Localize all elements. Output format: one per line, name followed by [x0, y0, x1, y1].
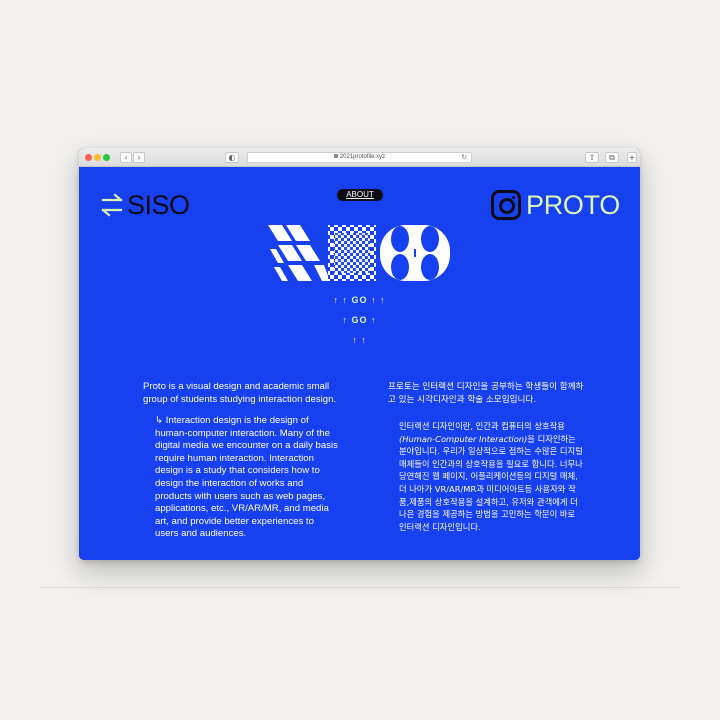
zoom-window-button[interactable]: [103, 154, 110, 161]
go-link-row-3[interactable]: ↑ ↑: [79, 335, 640, 345]
go-label: GO: [351, 315, 368, 325]
english-intro: Proto is a visual design and academic sm…: [143, 381, 337, 405]
browser-toolbar: ‹ › ◐ 2021protofile.xyz ↻ ⇧ ⧉ +: [79, 148, 640, 167]
korean-body-part-2: 을 디자인하는 분야입니다. 우리가 일상적으로 접하는 수많은 디지털 매체들…: [399, 433, 583, 532]
address-bar[interactable]: 2021protofile.xyz ↻: [247, 152, 472, 163]
frame-divider: [40, 587, 680, 588]
korean-body: 인터랙션 디자인이란, 인간과 컴퓨터의 상호작용 (Human-Computer…: [399, 420, 584, 533]
share-icon[interactable]: ⇧: [585, 152, 599, 163]
tabs-overview-icon[interactable]: ⧉: [605, 152, 619, 163]
go-link-row-2[interactable]: ↑ GO ↑: [79, 315, 640, 325]
arrow-up-icon: ↑ ↑: [367, 295, 386, 305]
close-window-button[interactable]: [85, 154, 92, 161]
siso-logo[interactable]: SISO: [99, 190, 190, 220]
browser-window: ‹ › ◐ 2021protofile.xyz ↻ ⇧ ⧉ + SISO ABO…: [79, 148, 640, 560]
minimize-window-button[interactable]: [94, 154, 101, 161]
sidebar-toggle-icon[interactable]: ◐: [225, 152, 239, 163]
arrow-up-icon: ↑: [367, 315, 377, 325]
english-body: ↳ Interaction design is the design of hu…: [155, 415, 338, 540]
reload-icon[interactable]: ↻: [461, 153, 467, 162]
arrow-up-icon: ↑ ↑: [333, 295, 352, 305]
lock-icon: [333, 154, 338, 159]
web-page: SISO ABOUT PROTO ↑ ↑ GO ↑ ↑ ↑ GO ↑ ↑ ↑ P…: [79, 168, 640, 560]
korean-intro: 프로토는 인터랙션 디자인을 공부하는 학생들이 함께하고 있는 시각디자인과 …: [388, 382, 584, 405]
siso-logo-text: SISO: [127, 189, 190, 220]
go-link-row-1[interactable]: ↑ ↑ GO ↑ ↑: [79, 295, 640, 305]
proto-graphic-logo: [268, 225, 450, 281]
korean-body-emphasis: (Human-Computer Interaction): [399, 433, 528, 444]
forward-button[interactable]: ›: [133, 152, 145, 163]
instagram-icon: [490, 190, 521, 220]
url-text: 2021protofile.xyz: [339, 154, 386, 160]
back-button[interactable]: ‹: [120, 152, 132, 163]
go-label: GO: [351, 295, 368, 305]
swap-arrows-icon: [101, 193, 123, 217]
proto-logo-text: PROTO: [525, 189, 620, 220]
about-button[interactable]: ABOUT: [337, 189, 383, 201]
korean-body-part-1: 인터랙션 디자인이란, 인간과 컴퓨터의 상호작용: [399, 421, 565, 431]
new-tab-button[interactable]: +: [627, 152, 637, 163]
proto-instagram-link[interactable]: PROTO: [490, 189, 620, 220]
